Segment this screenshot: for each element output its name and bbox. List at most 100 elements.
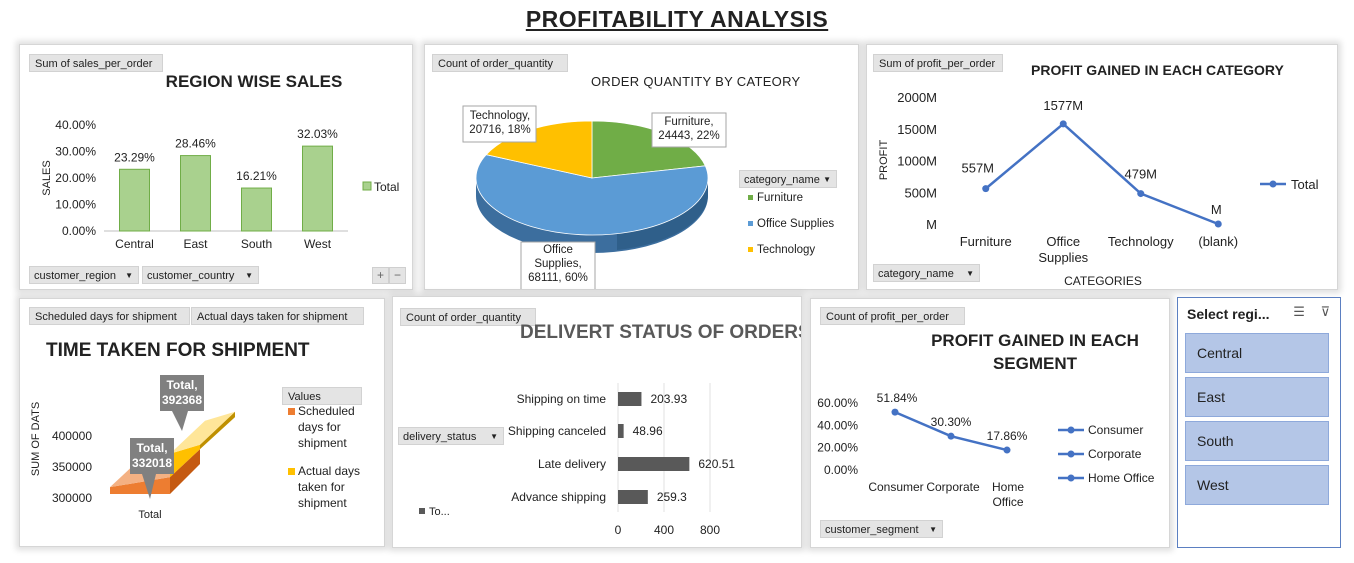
shipment-time-chart: 300000 350000 400000 SUM OF DATS Total Total,… (30, 375, 360, 521)
legend-label: Home Office (1088, 471, 1155, 485)
profit-segment-line-chart: 0.00% 20.00% 40.00% 60.00% 51.84% 30.30% 17.86… (817, 391, 1155, 509)
legend-marker (1067, 426, 1075, 434)
y-tick-label: 20.00% (817, 441, 858, 455)
legend-marker (1269, 180, 1277, 188)
y-tick-label: 350000 (52, 460, 92, 474)
x-tick-label: East (183, 237, 208, 251)
y-tick-label: M (926, 217, 937, 232)
y-tick-label: 20.00% (55, 171, 96, 185)
data-label: 23.29% (114, 150, 155, 164)
bar (302, 145, 333, 232)
clear-filter-icon[interactable]: ⊽ (1320, 304, 1330, 319)
y-tick-label: 40.00% (55, 118, 96, 132)
y-tick-label: Advance shipping (511, 490, 606, 504)
y-tick-label: 0.00% (824, 463, 858, 477)
legend-label: Actual days taken for shipment (298, 464, 360, 510)
legend-label: Corporate (1088, 447, 1142, 461)
bar (618, 424, 624, 438)
profit-category-line-chart: M 500M 1000M 1500M 2000M PROFIT 557M Furniture 1… (878, 90, 1319, 288)
x-tick-label: 400 (654, 523, 674, 537)
profit-category-panel: Sum of profit_per_order PROFIT GAINED IN… (866, 44, 1338, 290)
data-label: Total, 332018 (132, 441, 172, 470)
slicer-item-east[interactable]: East (1185, 377, 1329, 417)
order-quantity-panel: Count of order_quantity ORDER QUANTITY B… (424, 44, 859, 290)
legend-label: Furniture (757, 192, 803, 204)
bar (618, 457, 690, 471)
data-point (1003, 446, 1011, 454)
x-tick-label: Office Supplies (1038, 234, 1088, 265)
x-tick-label: Home Office (992, 480, 1024, 509)
delivery-status-filter[interactable]: delivery_status ▼ (398, 427, 504, 445)
legend-swatch (288, 408, 295, 415)
data-point (947, 432, 955, 440)
x-tick-label: Technology (1108, 234, 1174, 249)
x-axis-title: CATEGORIES (1064, 274, 1142, 288)
x-tick-label: West (304, 237, 332, 251)
data-label: 16.21% (236, 169, 277, 183)
data-label: 51.84% (877, 391, 918, 405)
profit-segment-panel: Count of profit_per_order PROFIT GAINED … (810, 298, 1170, 548)
y-tick-label: 300000 (52, 491, 92, 505)
x-tick-label: 800 (700, 523, 720, 537)
data-label: 557M (961, 161, 994, 176)
bar (618, 490, 648, 504)
y-tick-label: 10.00% (55, 198, 96, 212)
data-label: 620.51 (698, 457, 735, 471)
data-label: 48.96 (633, 424, 663, 438)
customer-segment-filter[interactable]: customer_segment ▼ (820, 520, 943, 538)
chevron-down-icon: ▼ (125, 271, 133, 280)
data-label: 28.46% (175, 137, 216, 151)
delivery-status-panel: Count of order_quantity DELIVERT STATUS … (392, 296, 802, 548)
data-label: 479M (1124, 167, 1157, 182)
data-point (1137, 190, 1145, 198)
slicer-item-south[interactable]: South (1185, 421, 1329, 461)
y-tick-label: 400000 (52, 429, 92, 443)
legend-swatch (419, 508, 425, 514)
multi-select-icon[interactable]: ☰ (1293, 304, 1305, 319)
y-tick-label: 30.00% (55, 145, 96, 159)
y-tick-label: Shipping canceled (508, 424, 606, 438)
legend-label: Total (374, 180, 399, 194)
legend-label: Office Supplies (757, 218, 834, 230)
y-axis-title: PROFIT (878, 140, 890, 181)
shipment-time-panel: Scheduled days for shipment Actual days … (19, 298, 385, 547)
slicer-item-west[interactable]: West (1185, 465, 1329, 505)
slicer-item-central[interactable]: Central (1185, 333, 1329, 373)
bar (180, 155, 211, 232)
legend-swatch (748, 221, 753, 226)
y-tick-label: 1500M (897, 122, 937, 137)
legend-marker (1067, 474, 1075, 482)
collapse-button[interactable]: − (389, 267, 406, 284)
chevron-down-icon: ▼ (245, 271, 253, 280)
legend-swatch (748, 195, 753, 200)
category-name-filter[interactable]: category_name ▼ (873, 264, 980, 282)
callout-tail (172, 411, 188, 431)
legend-label: Total (1291, 177, 1319, 192)
x-tick-label: South (241, 237, 272, 251)
data-label: 1577M (1043, 98, 1083, 113)
data-label: Total, 392368 (162, 378, 202, 407)
values-legend-button[interactable]: Values (282, 387, 362, 405)
x-tick-label: Furniture (960, 234, 1012, 249)
legend-swatch (288, 468, 295, 475)
customer-region-filter[interactable]: customer_region ▼ (29, 266, 139, 284)
region-sales-panel: Sum of sales_per_order REGION WISE SALES… (19, 44, 413, 290)
data-label: 259.3 (657, 490, 687, 504)
category-name-legend-filter[interactable]: category_name ▼ (739, 170, 837, 188)
legend-swatch (362, 181, 372, 191)
legend-swatch (748, 247, 753, 252)
legend-label: To... (429, 506, 450, 518)
slicer-title: Select regi... (1187, 306, 1270, 322)
order-quantity-pie-chart: Furniture, 24443, 22%Office Supplies, 68111… (462, 105, 834, 289)
y-axis-title: SALES (41, 160, 53, 195)
series-line (984, 122, 1219, 226)
customer-country-filter[interactable]: customer_country ▼ (142, 266, 259, 284)
y-tick-label: 60.00% (817, 396, 858, 410)
y-tick-label: 2000M (897, 90, 937, 105)
expand-button[interactable]: + (372, 267, 389, 284)
x-tick-label: 0 (615, 523, 622, 537)
bar (241, 187, 272, 232)
x-tick-label: Consumer (868, 480, 923, 494)
x-tick-label: (blank) (1198, 234, 1238, 249)
legend-label: Technology (757, 244, 815, 256)
